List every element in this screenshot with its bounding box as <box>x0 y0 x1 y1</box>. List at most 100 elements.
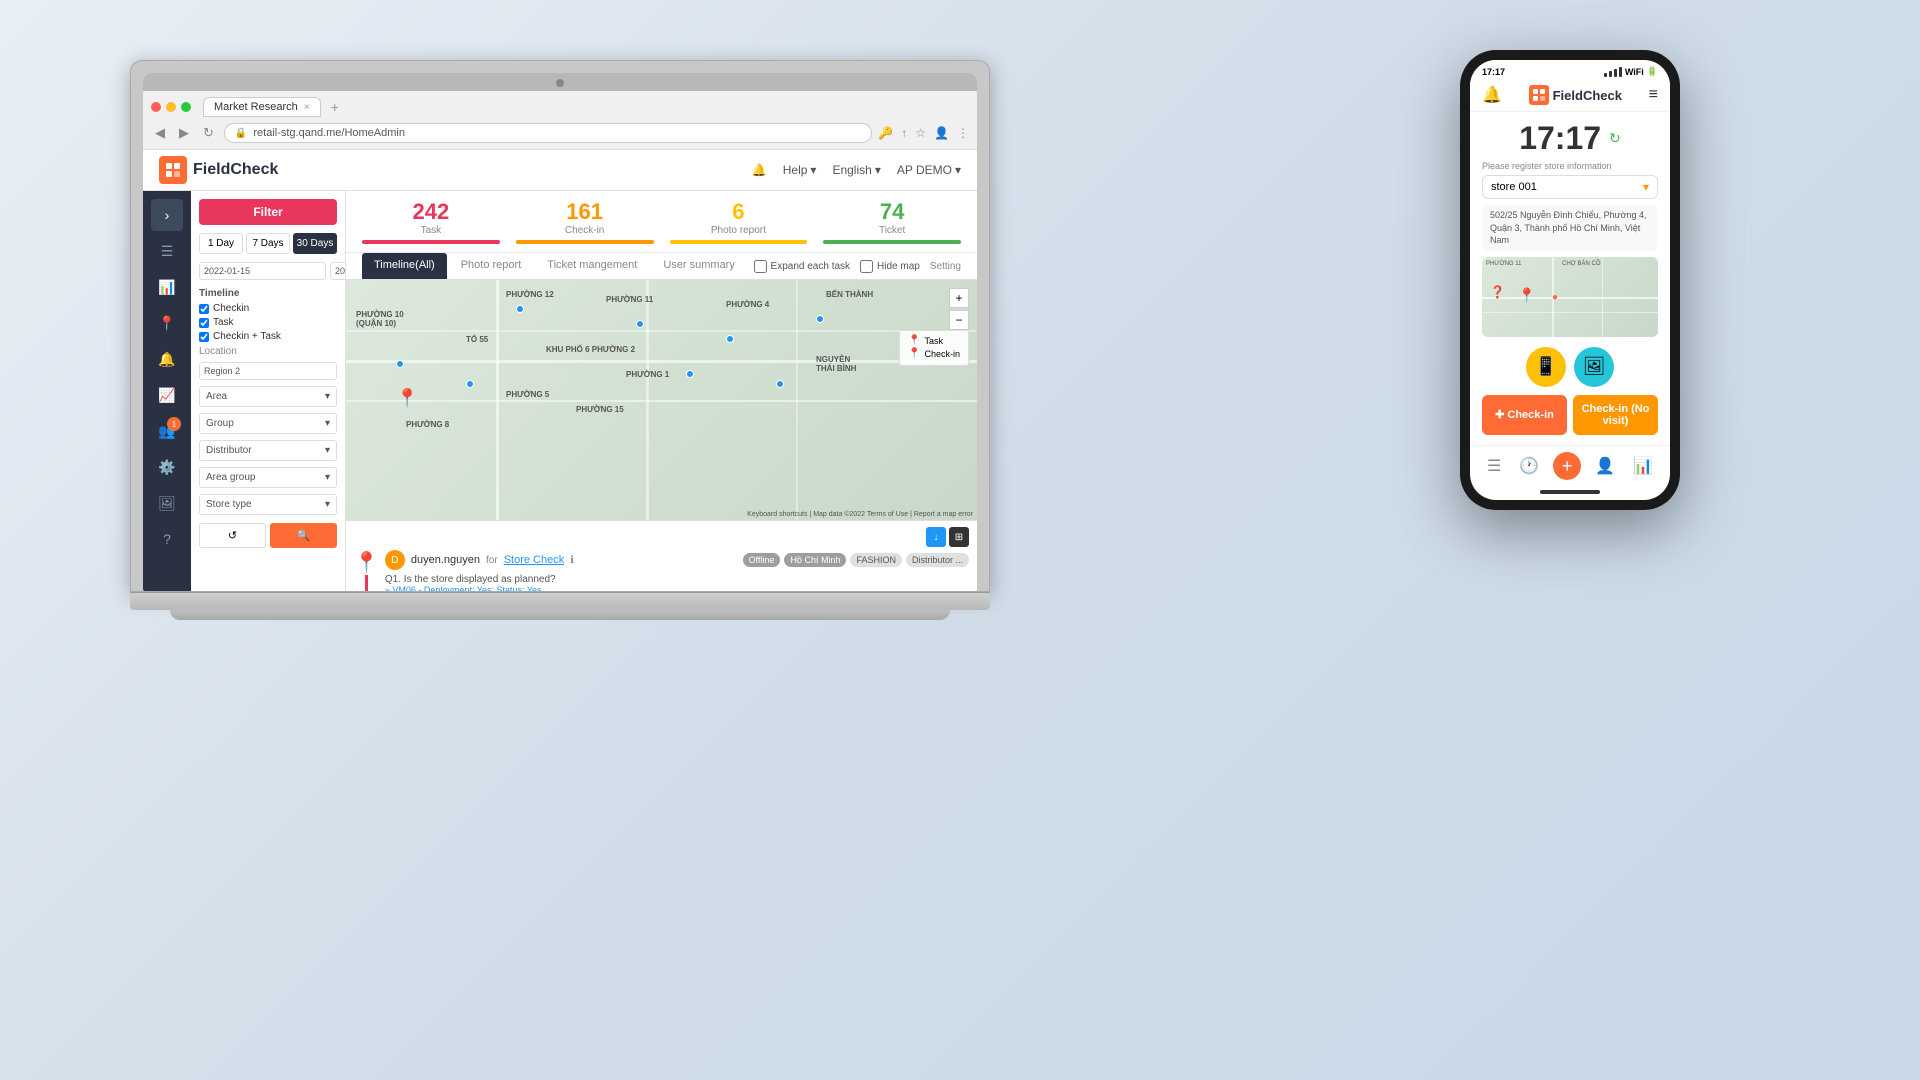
tl-red[interactable] <box>151 102 161 112</box>
timeline-header: D duyen.nguyen for Store Check ℹ Offline… <box>385 550 969 570</box>
browser-chrome: Market Research × + ◀ ▶ ↻ 🔒 retail-stg.q… <box>143 91 977 150</box>
phone-bell-icon[interactable]: 🔔 <box>1482 85 1502 105</box>
tab-bar: Timeline(All) Photo report Ticket mangem… <box>346 253 977 280</box>
sidebar-item-arrow[interactable]: › <box>151 199 183 231</box>
phone-nav-clock-icon[interactable]: 🕐 <box>1515 452 1543 480</box>
store-type-dropdown[interactable]: Store type ▾ <box>199 494 337 515</box>
more-icon[interactable]: ⋮ <box>957 126 969 140</box>
task-bar <box>362 240 500 244</box>
distributor-badge: Distributor ... <box>906 553 969 567</box>
share-icon[interactable]: ↑ <box>901 126 907 140</box>
phone-nav-chart-icon[interactable]: 📊 <box>1629 452 1657 480</box>
zoom-out-btn[interactable]: − <box>949 310 969 330</box>
url-input[interactable]: 🔒 retail-stg.qand.me/HomeAdmin <box>224 123 872 143</box>
phone-nav-list-icon[interactable]: ☰ <box>1483 452 1505 480</box>
fashion-badge: FASHION <box>850 553 902 567</box>
map-legend: 📍 Task 📍 Check-in <box>899 330 969 366</box>
export-btn-blue[interactable]: ↓ <box>926 527 946 547</box>
brand-area: FieldCheck <box>159 156 278 184</box>
main-map-pin[interactable]: 📍 <box>396 388 418 409</box>
area-group-dropdown[interactable]: Area group ▾ <box>199 467 337 488</box>
task-label: Task <box>362 225 500 236</box>
map-label-phuong5: PHƯỜNG 5 <box>506 390 549 399</box>
checkin-no-visit-button[interactable]: Check-in (No visit) <box>1573 395 1658 435</box>
expand-checkbox[interactable] <box>754 260 767 273</box>
sidebar-item-location[interactable]: 📍 <box>151 307 183 339</box>
tl-yellow[interactable] <box>166 102 176 112</box>
zoom-in-btn[interactable]: + <box>949 288 969 308</box>
app-header: FieldCheck 🔔 Help ▾ English ▾ AP DEMO ▾ <box>143 150 977 191</box>
area-dropdown[interactable]: Area ▾ <box>199 386 337 407</box>
answer1-link[interactable]: » VM06 - Deployment: Yes; Status: Yes <box>385 585 969 591</box>
map-road-v2 <box>646 280 649 520</box>
tl-green[interactable] <box>181 102 191 112</box>
new-tab-btn[interactable]: + <box>325 99 345 115</box>
store-link[interactable]: Store Check <box>504 554 565 566</box>
sidebar-item-chart[interactable]: 📊 <box>151 271 183 303</box>
notification-btn[interactable]: 🔔 <box>752 163 767 177</box>
browser-tab[interactable]: Market Research × <box>203 97 321 117</box>
tab-group: Timeline(All) Photo report Ticket mangem… <box>362 253 747 279</box>
sidebar-item-people[interactable]: 👥 1 <box>151 415 183 447</box>
sidebar-item-help[interactable]: ? <box>151 523 183 555</box>
phone-refresh-icon[interactable]: ↻ <box>1609 130 1621 147</box>
distributor-dropdown[interactable]: Distributor ▾ <box>199 440 337 461</box>
tab-close-btn[interactable]: × <box>304 102 310 113</box>
account-btn[interactable]: AP DEMO ▾ <box>897 163 961 177</box>
forward-btn[interactable]: ▶ <box>175 123 193 143</box>
sidebar-item-image[interactable]: 🖼 <box>151 487 183 519</box>
checkin-button[interactable]: ✚ Check-in <box>1482 395 1567 435</box>
sidebar-item-bell[interactable]: 🔔 <box>151 343 183 375</box>
search-btn[interactable]: 🔍 <box>270 523 337 548</box>
star-icon[interactable]: ☆ <box>915 126 926 140</box>
expand-task-check[interactable]: Expand each task <box>754 260 851 273</box>
map-label-phuong8: PHƯỜNG 8 <box>406 420 449 429</box>
tab-user-summary[interactable]: User summary <box>651 253 747 279</box>
map-road-h1 <box>346 360 977 363</box>
sidebar-item-analytics[interactable]: 📈 <box>151 379 183 411</box>
ticket-count: 74 <box>823 199 961 225</box>
phone-camera-icon[interactable]: 📱 <box>1526 347 1566 387</box>
sidebar-item-list[interactable]: ☰ <box>151 235 183 267</box>
checkin-checkbox[interactable] <box>199 304 209 314</box>
map-road-v1 <box>496 280 499 520</box>
location-input[interactable] <box>199 362 337 380</box>
back-btn[interactable]: ◀ <box>151 123 169 143</box>
phone-menu-icon[interactable]: ≡ <box>1649 86 1658 104</box>
phone-nav-person-icon[interactable]: 👤 <box>1591 452 1619 480</box>
time-btn-1day[interactable]: 1 Day <box>199 233 243 254</box>
checkin-task-checkbox[interactable] <box>199 332 209 342</box>
phone-device: 17:17 WiFi 🔋 🔔 <box>1460 50 1680 510</box>
tab-photo[interactable]: Photo report <box>449 253 534 279</box>
setting-link[interactable]: Setting <box>930 261 961 272</box>
time-btn-30days[interactable]: 30 Days <box>293 233 337 254</box>
phone-store-value: store 001 <box>1491 181 1537 193</box>
sidebar-item-settings[interactable]: ⚙️ <box>151 451 183 483</box>
hide-map-checkbox[interactable] <box>860 260 873 273</box>
phone-bottom-nav: ☰ 🕐 + 👤 📊 <box>1470 445 1670 486</box>
phone-nav-add-icon[interactable]: + <box>1553 452 1581 480</box>
date-to-input[interactable] <box>330 262 346 280</box>
reset-btn[interactable]: ↺ <box>199 523 266 548</box>
phone-store-select[interactable]: store 001 ▾ <box>1482 175 1658 199</box>
tab-ticket[interactable]: Ticket mangement <box>535 253 649 279</box>
tab-timeline[interactable]: Timeline(All) <box>362 253 447 279</box>
task-checkbox[interactable] <box>199 318 209 328</box>
phone-photo-icon[interactable]: 🖼 <box>1574 347 1614 387</box>
hide-map-check[interactable]: Hide map <box>860 260 920 273</box>
filter-button[interactable]: Filter <box>199 199 337 225</box>
task-label: Task <box>213 317 234 328</box>
group-chevron-icon: ▾ <box>325 418 330 429</box>
brand-name: FieldCheck <box>193 161 278 179</box>
refresh-btn[interactable]: ↻ <box>199 123 218 143</box>
help-btn[interactable]: Help ▾ <box>783 163 817 177</box>
language-btn[interactable]: English ▾ <box>832 163 880 177</box>
macbook-screen: Market Research × + ◀ ▶ ↻ 🔒 retail-stg.q… <box>143 91 977 591</box>
profile-icon[interactable]: 👤 <box>934 126 949 140</box>
timeline-bottom: ↓ ⊞ 📍 D <box>346 520 977 591</box>
group-dropdown[interactable]: Group ▾ <box>199 413 337 434</box>
time-btn-7days[interactable]: 7 Days <box>246 233 290 254</box>
date-from-input[interactable] <box>199 262 326 280</box>
phone-store-label: Please register store information <box>1470 161 1670 175</box>
export-btn-dark[interactable]: ⊞ <box>949 527 969 547</box>
